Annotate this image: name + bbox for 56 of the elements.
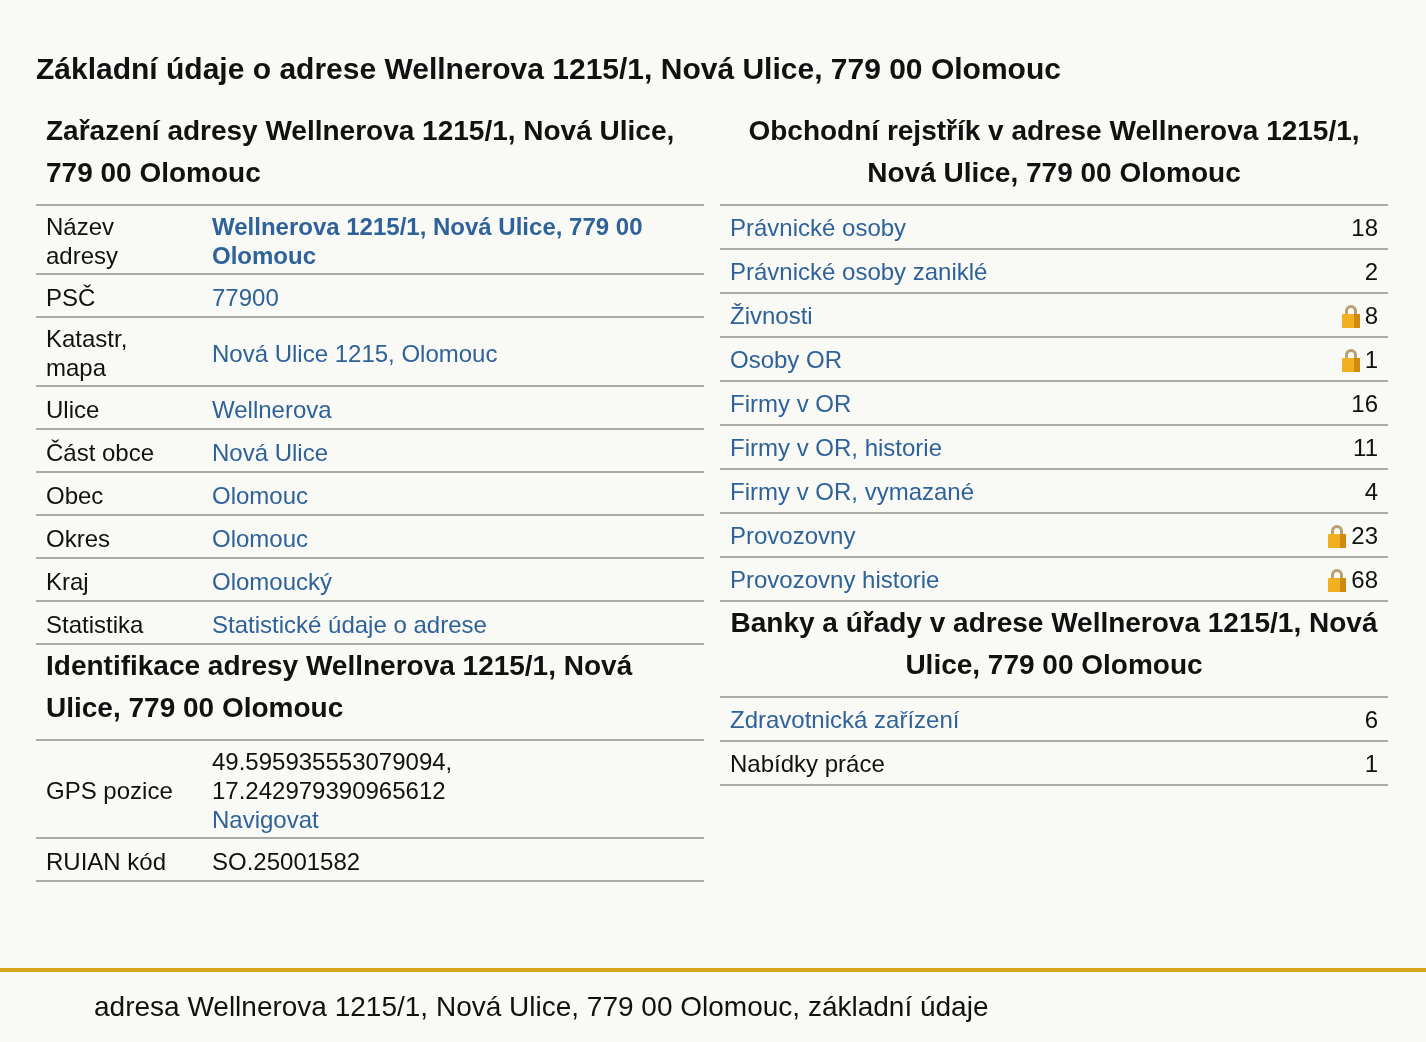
section-heading: Banky a úřady v adrese Wellnerova 1215/1, Nová Ulice, 779 00 Olomouc	[729, 606, 1379, 682]
category-link[interactable]: Firmy v OR	[730, 388, 1352, 420]
count: 4	[1364, 477, 1378, 507]
row-label: Okres	[46, 523, 111, 553]
category-link[interactable]: Firmy v OR, historie	[730, 432, 1354, 464]
count: 2	[1364, 257, 1378, 287]
value-link[interactable]: Wellnerova	[212, 394, 694, 424]
category-link[interactable]: Zdravotnická zařízení	[730, 704, 1365, 736]
category-link[interactable]: Provozovny	[730, 520, 1328, 552]
row-label: Kraj	[46, 566, 90, 596]
value-text: 49.595935553079094,	[212, 747, 454, 776]
count: 16	[1351, 389, 1378, 419]
count: 18	[1351, 213, 1378, 243]
section-heading: Zařazení adresy Wellnerova 1215/1, Nová Ulice, 779 00 Olomouc	[45, 114, 676, 190]
row-label: Statistika	[46, 609, 145, 639]
category-link[interactable]: Živnosti	[730, 300, 1341, 332]
padlock-icon	[1340, 347, 1361, 373]
page-title: Základní údaje o adrese Wellnerova 1215/1, Nová Ulice, 779 00 Olomouc	[36, 52, 1062, 86]
count: 23	[1351, 521, 1378, 551]
category-link[interactable]: Osoby OR	[730, 344, 1341, 376]
count: 6	[1364, 705, 1378, 735]
row-label: Katastr, mapa	[46, 324, 129, 382]
count: 1	[1364, 749, 1378, 779]
row-label: Obec	[46, 480, 105, 510]
row-label: Část obce	[46, 437, 156, 467]
value-link[interactable]: Nová Ulice 1215, Olomouc	[212, 338, 694, 368]
padlock-icon	[1327, 567, 1348, 593]
value-link[interactable]: Nová Ulice	[212, 437, 694, 467]
section-heading: Obchodní rejstřík v adrese Wellnerova 1215/1, Nová Ulice, 779 00 Olomouc	[747, 114, 1361, 190]
footer-text: adresa Wellnerova 1215/1, Nová Ulice, 779 00 Olomouc, základní údaje	[94, 991, 989, 1023]
value-link[interactable]: Wellnerova 1215/1, Nová Ulice, 779 00 Olomouc	[212, 212, 694, 270]
value-text: SO.25001582	[212, 846, 362, 876]
row-label: RUIAN kód	[46, 846, 168, 876]
value-link[interactable]: 77900	[212, 282, 694, 312]
row-label: GPS pozice	[46, 776, 174, 805]
value-link[interactable]: Navigovat	[212, 805, 694, 834]
category-link[interactable]: Provozovny historie	[730, 564, 1328, 596]
count: 8	[1364, 301, 1378, 331]
count: 11	[1353, 433, 1378, 463]
row-label: Ulice	[46, 394, 101, 424]
category-label: Nabídky práce	[730, 749, 886, 779]
value-text: 17.242979390965612	[212, 776, 447, 805]
category-link[interactable]: Firmy v OR, vymazané	[730, 476, 1365, 508]
count: 68	[1351, 565, 1378, 595]
value-link[interactable]: Statistické údaje o adrese	[212, 609, 694, 639]
row-label: Název adresy	[46, 212, 120, 270]
section-heading: Identifikace adresy Wellnerova 1215/1, Nová Ulice, 779 00 Olomouc	[45, 649, 634, 725]
value-link[interactable]: Olomoucký	[212, 566, 694, 596]
value-link[interactable]: Olomouc	[212, 480, 694, 510]
value-link[interactable]: Olomouc	[212, 523, 694, 553]
padlock-icon	[1327, 523, 1348, 549]
category-link[interactable]: Právnické osoby zaniklé	[730, 256, 1365, 288]
category-link[interactable]: Právnické osoby	[730, 212, 1352, 244]
row-label: PSČ	[46, 282, 97, 312]
count: 1	[1364, 345, 1378, 375]
padlock-icon	[1340, 303, 1361, 329]
